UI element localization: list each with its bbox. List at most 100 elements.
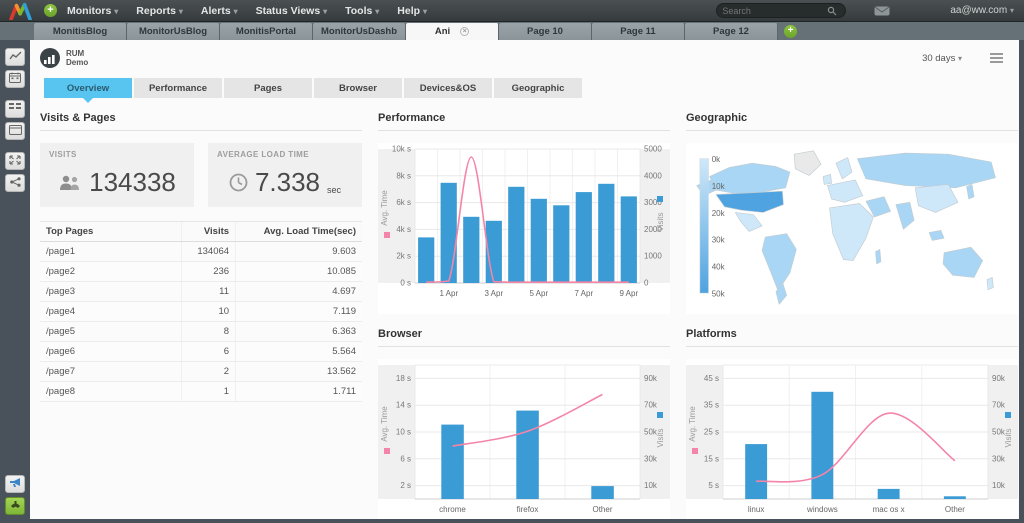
menu-alerts[interactable]: Alerts ▾: [201, 5, 238, 17]
svg-text:10 s: 10 s: [396, 428, 411, 437]
expand-button[interactable]: [5, 152, 25, 170]
menu-list-icon[interactable]: [990, 53, 1003, 63]
map-region-indonesia[interactable]: [929, 230, 944, 240]
add-tab-button[interactable]: +: [784, 25, 797, 38]
table-row[interactable]: /page3114.697: [40, 282, 362, 302]
menu-status-views[interactable]: Status Views ▾: [256, 5, 328, 17]
tiles-button[interactable]: [5, 100, 25, 118]
messages-icon[interactable]: [874, 6, 890, 16]
map-region-new-zealand[interactable]: [987, 277, 993, 289]
search-box[interactable]: [716, 3, 846, 18]
section-title-visits-pages: Visits & Pages: [40, 112, 362, 131]
menu-reports[interactable]: Reports ▾: [136, 5, 183, 17]
svg-text:10k: 10k: [644, 481, 658, 490]
map-region-madagascar[interactable]: [876, 249, 881, 264]
visits-stat-label: VISITS: [49, 150, 185, 159]
map-region-australia[interactable]: [943, 247, 983, 277]
dashboard-tabs: MonitisBlogMonitorUsBlogMonitisPortalMon…: [34, 23, 778, 40]
table-row[interactable]: /page7213.562: [40, 362, 362, 382]
dashboard-tab-monitorusdashb[interactable]: MonitorUsDashb: [313, 23, 406, 40]
dashboard-tab-monitorusblog[interactable]: MonitorUsBlog: [127, 23, 220, 40]
share-button[interactable]: [5, 174, 25, 192]
tab-performance[interactable]: Performance: [134, 78, 222, 98]
geographic-map[interactable]: 0k10k20k30k40k50k: [686, 143, 1018, 314]
map-region-japan[interactable]: [967, 184, 974, 199]
map-region-south-america[interactable]: [762, 234, 796, 291]
user-menu[interactable]: aa@ww.com ▾: [950, 5, 1014, 16]
table-cell: 7.119: [236, 302, 362, 322]
monitor-name-line1: RUM: [66, 49, 88, 58]
dashboard-tab-page-12[interactable]: Page 12: [685, 23, 778, 40]
dashboard-tab-page-10[interactable]: Page 10: [499, 23, 592, 40]
add-monitor-button[interactable]: +: [44, 4, 57, 17]
megaphone-button[interactable]: [5, 475, 25, 493]
table-row[interactable]: /page586.363: [40, 322, 362, 342]
svg-text:90k: 90k: [992, 374, 1006, 383]
performance-chart[interactable]: 0 s2k s4k s6k s8k s10k s0100020003000400…: [378, 143, 670, 314]
expand-icon: [9, 155, 21, 168]
table-row[interactable]: /page11340649.603: [40, 242, 362, 262]
dashboard-tab-ani[interactable]: Ani×: [406, 23, 499, 40]
svg-text:Other: Other: [592, 505, 612, 514]
avg-load-time-label: AVERAGE LOAD TIME: [217, 150, 353, 159]
map-region-russia[interactable]: [857, 153, 995, 188]
map-region-mexico[interactable]: [735, 212, 762, 231]
close-icon[interactable]: ×: [460, 27, 469, 36]
browser-chart[interactable]: 2 s6 s10 s14 s18 s10k30k50k70k90kchromef…: [378, 359, 670, 519]
menu-monitors[interactable]: Monitors ▾: [67, 5, 118, 17]
menu-help[interactable]: Help ▾: [397, 5, 427, 17]
map-region-united-states[interactable]: [716, 191, 783, 212]
svg-text:45 s: 45 s: [704, 374, 719, 383]
tab-geographic[interactable]: Geographic: [494, 78, 582, 98]
tab-overview[interactable]: Overview: [44, 78, 132, 98]
phone-button[interactable]: [5, 497, 25, 515]
svg-text:4k s: 4k s: [396, 225, 411, 234]
line-chart-button[interactable]: [5, 48, 25, 66]
map-region-scandinavia[interactable]: [836, 158, 852, 179]
table-cell: 13.562: [236, 362, 362, 382]
table-header[interactable]: Avg. Load Time(sec): [236, 222, 362, 242]
map-region-india[interactable]: [896, 202, 914, 229]
dashboard-tab-bar: MonitisBlogMonitorUsBlogMonitisPortalMon…: [0, 22, 1024, 40]
map-region-china[interactable]: [915, 184, 958, 212]
avg-load-time-value: 7.338: [255, 167, 320, 198]
map-legend-tick: 0k: [712, 155, 721, 164]
table-row[interactable]: /page223610.085: [40, 262, 362, 282]
platforms-chart[interactable]: 5 s15 s25 s35 s45 s10k30k50k70k90klinuxw…: [686, 359, 1018, 519]
svg-text:6 s: 6 s: [400, 454, 411, 463]
table-row[interactable]: /page4107.119: [40, 302, 362, 322]
table-row[interactable]: /page811.711: [40, 382, 362, 402]
chevron-down-icon: ▾: [323, 7, 327, 16]
svg-text:6k s: 6k s: [396, 198, 411, 207]
dashboard-tab-page-11[interactable]: Page 11: [592, 23, 685, 40]
body-row: RUM Demo 30 days ▾ OverviewPerformancePa…: [0, 40, 1024, 523]
tab-label: Page 10: [527, 26, 563, 37]
map-region-europe[interactable]: [827, 180, 862, 202]
table-row[interactable]: /page665.564: [40, 342, 362, 362]
monitor-header: RUM Demo 30 days ▾: [40, 48, 1009, 68]
svg-text:4000: 4000: [644, 171, 662, 180]
map-region-uk[interactable]: [823, 174, 832, 184]
menu-tools[interactable]: Tools ▾: [345, 5, 379, 17]
dashboard-tab-monitisportal[interactable]: MonitisPortal: [220, 23, 313, 40]
period-selector[interactable]: 30 days ▾: [922, 53, 962, 64]
calendar-button[interactable]: [5, 70, 25, 88]
search-input[interactable]: [722, 6, 827, 16]
content-columns: Visits & Pages VISITS: [40, 112, 1009, 519]
map-legend-tick: 40k: [712, 262, 726, 271]
period-label: 30 days: [922, 53, 955, 64]
table-header[interactable]: Top Pages: [40, 222, 182, 242]
line-chart-icon: [9, 51, 22, 64]
calendar-icon: [9, 72, 21, 86]
dashboard-tab-monitisblog[interactable]: MonitisBlog: [34, 23, 127, 40]
search-icon[interactable]: [827, 6, 837, 16]
tab-devices-os[interactable]: Devices&OS: [404, 78, 492, 98]
map-region-greenland[interactable]: [794, 151, 821, 176]
tab-pages[interactable]: Pages: [224, 78, 312, 98]
table-header[interactable]: Visits: [182, 222, 236, 242]
tab-browser[interactable]: Browser: [314, 78, 402, 98]
table-cell: 10: [182, 302, 236, 322]
svg-text:90k: 90k: [644, 374, 658, 383]
window-button[interactable]: [5, 122, 25, 140]
map-region-africa[interactable]: [830, 203, 874, 260]
